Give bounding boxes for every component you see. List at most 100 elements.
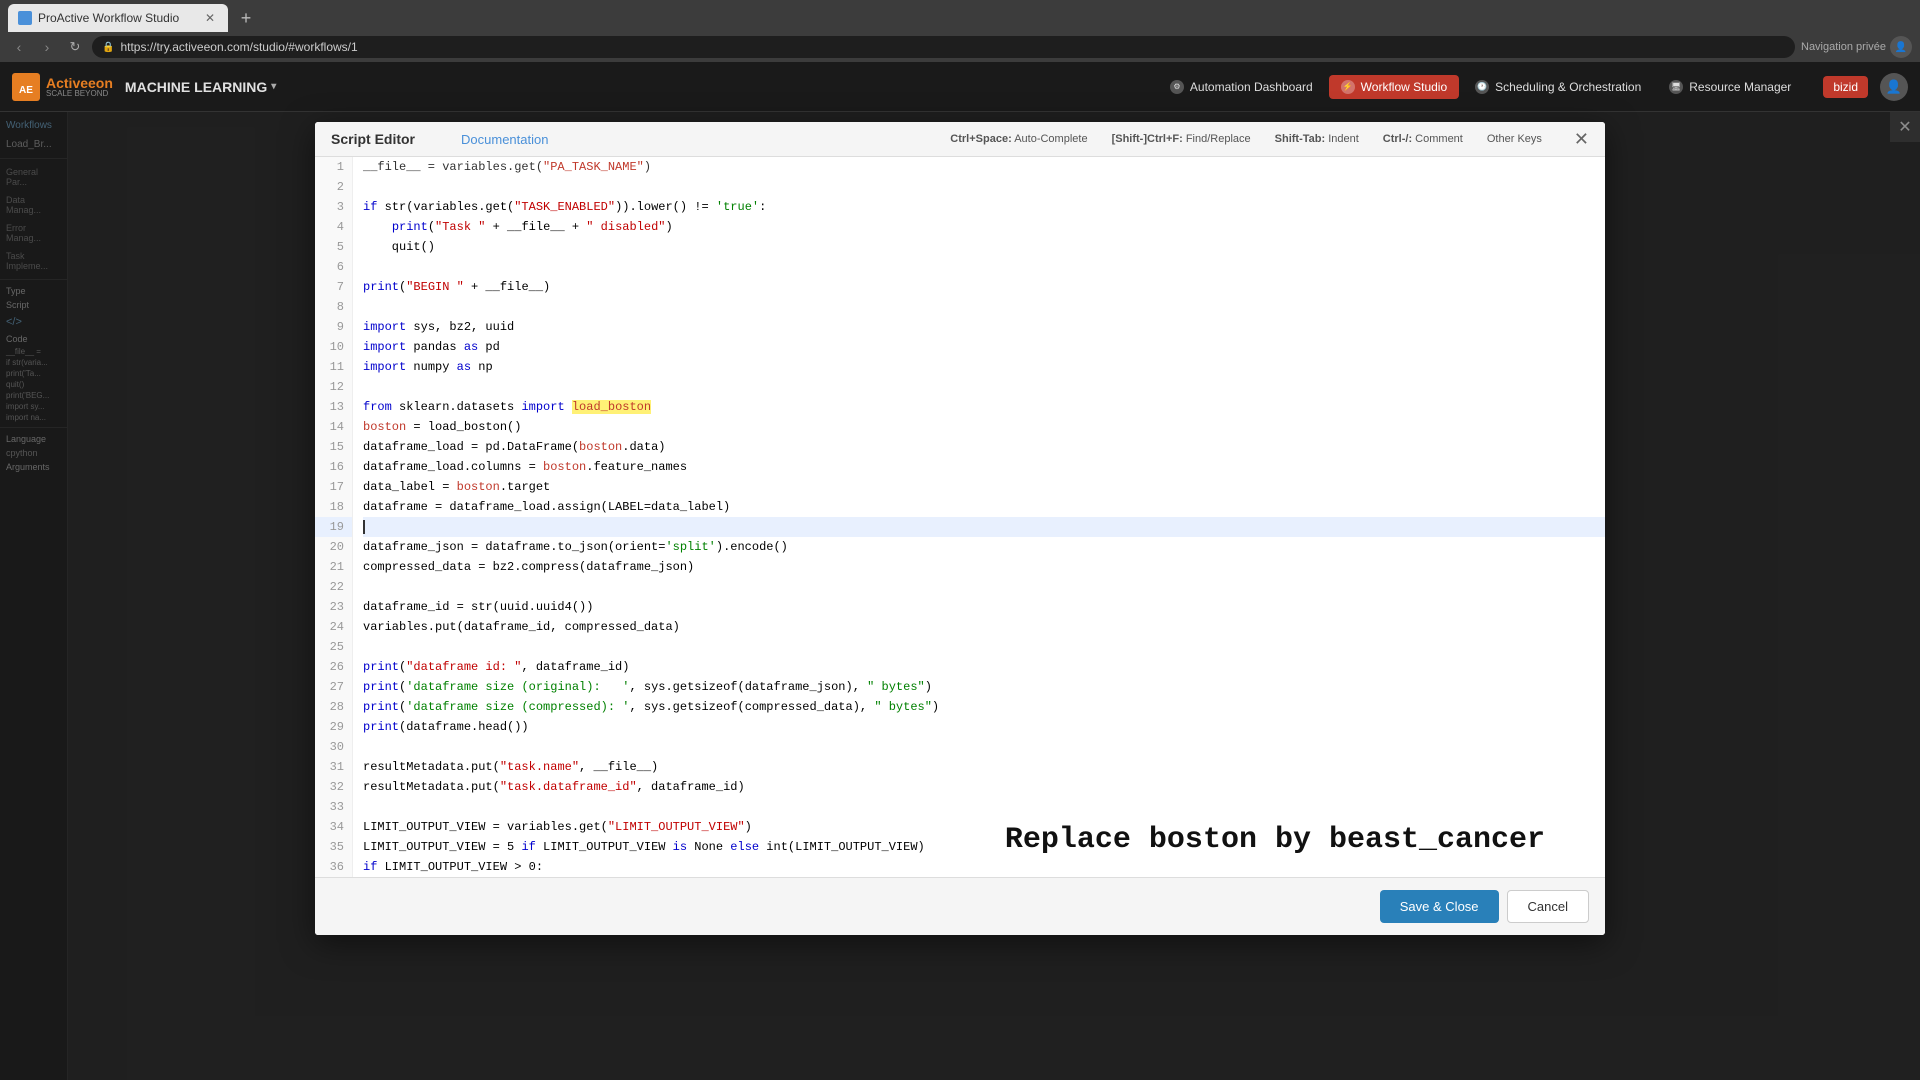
- line-numbers: 1 2 3 4 5 6 7 8 9 10 11 12 13 14 15 16 1: [315, 157, 353, 877]
- line-num-36: 36: [315, 857, 352, 877]
- user-button[interactable]: bizid: [1823, 76, 1868, 98]
- automation-icon: ⚙: [1170, 80, 1184, 94]
- automation-dashboard-btn[interactable]: ⚙ Automation Dashboard: [1158, 75, 1325, 99]
- modal-overlay: Script Editor Documentation Ctrl+Space: …: [0, 112, 1920, 1080]
- browser-menu[interactable]: Navigation privée 👤: [1801, 36, 1912, 58]
- scheduling-label: Scheduling & Orchestration: [1495, 80, 1641, 94]
- line-num-8: 8: [315, 297, 352, 317]
- code-line-23: dataframe_id = str(uuid.uuid4()): [363, 597, 1605, 617]
- header-nav: ⚙ Automation Dashboard ⚡ Workflow Studio…: [1158, 75, 1803, 99]
- resource-label: Resource Manager: [1689, 80, 1791, 94]
- code-line-21: compressed_data = bz2.compress(dataframe…: [363, 557, 1605, 577]
- shortcut-find: [Shift-]Ctrl+F: Find/Replace: [1112, 133, 1251, 145]
- line-num-35: 35: [315, 837, 352, 857]
- line-num-32: 32: [315, 777, 352, 797]
- code-line-12: [363, 377, 1605, 397]
- modal-doc-link[interactable]: Documentation: [461, 132, 548, 147]
- line-num-33: 33: [315, 797, 352, 817]
- code-line-32: resultMetadata.put("task.dataframe_id", …: [363, 777, 1605, 797]
- line-num-20: 20: [315, 537, 352, 557]
- line-num-19: 19: [315, 517, 352, 537]
- line-num-17: 17: [315, 477, 352, 497]
- code-editor: 1 2 3 4 5 6 7 8 9 10 11 12 13 14 15 16 1: [315, 157, 1605, 877]
- workflow-studio-btn[interactable]: ⚡ Workflow Studio: [1329, 75, 1459, 99]
- cancel-button[interactable]: Cancel: [1507, 890, 1589, 923]
- code-line-20: dataframe_json = dataframe.to_json(orien…: [363, 537, 1605, 557]
- code-line-4: print("Task " + __file__ + " disabled"): [363, 217, 1605, 237]
- browser-chrome: ProActive Workflow Studio ✕ + ‹ › ↻ 🔒 ht…: [0, 0, 1920, 62]
- resource-manager-btn[interactable]: 🖥 Resource Manager: [1657, 75, 1803, 99]
- modal-close-button[interactable]: ✕: [1574, 130, 1589, 148]
- line-num-1: 1: [315, 157, 352, 177]
- code-line-11: import numpy as np: [363, 357, 1605, 377]
- code-line-7: print("BEGIN " + __file__): [363, 277, 1605, 297]
- line-num-12: 12: [315, 377, 352, 397]
- line-num-24: 24: [315, 617, 352, 637]
- line-num-7: 7: [315, 277, 352, 297]
- code-line-29: print(dataframe.head()): [363, 717, 1605, 737]
- activeeon-logo-icon: AE: [12, 73, 40, 101]
- line-num-30: 30: [315, 737, 352, 757]
- app-logo: AE Activeeon SCALE BEYOND: [12, 73, 113, 101]
- line-num-25: 25: [315, 637, 352, 657]
- code-line-34: LIMIT_OUTPUT_VIEW = variables.get("LIMIT…: [363, 817, 1605, 837]
- code-line-30: [363, 737, 1605, 757]
- code-line-25: [363, 637, 1605, 657]
- line-num-28: 28: [315, 697, 352, 717]
- line-num-21: 21: [315, 557, 352, 577]
- code-line-15: dataframe_load = pd.DataFrame(boston.dat…: [363, 437, 1605, 457]
- shortcut-comment: Ctrl-/: Comment: [1383, 133, 1463, 145]
- line-num-6: 6: [315, 257, 352, 277]
- workflow-icon: ⚡: [1341, 80, 1355, 94]
- code-line-3: if str(variables.get("TASK_ENABLED")).lo…: [363, 197, 1605, 217]
- line-num-22: 22: [315, 577, 352, 597]
- tab-close-icon[interactable]: ✕: [202, 10, 218, 26]
- line-num-31: 31: [315, 757, 352, 777]
- line-num-16: 16: [315, 457, 352, 477]
- lock-icon: 🔒: [102, 42, 114, 53]
- code-line-14: boston = load_boston(): [363, 417, 1605, 437]
- reload-button[interactable]: ↻: [64, 36, 86, 58]
- back-button[interactable]: ‹: [8, 36, 30, 58]
- new-tab-button[interactable]: +: [232, 4, 260, 32]
- code-line-27: print('dataframe size (original): ', sys…: [363, 677, 1605, 697]
- code-line-33: [363, 797, 1605, 817]
- line-num-3: 3: [315, 197, 352, 217]
- active-tab[interactable]: ProActive Workflow Studio ✕: [8, 4, 228, 32]
- code-line-24: variables.put(dataframe_id, compressed_d…: [363, 617, 1605, 637]
- code-line-2: [363, 177, 1605, 197]
- address-bar[interactable]: 🔒 https://try.activeeon.com/studio/#work…: [92, 36, 1795, 58]
- save-close-button[interactable]: Save & Close: [1380, 890, 1499, 923]
- code-line-36: if LIMIT_OUTPUT_VIEW > 0:: [363, 857, 1605, 877]
- line-num-27: 27: [315, 677, 352, 697]
- forward-button[interactable]: ›: [36, 36, 58, 58]
- code-line-28: print('dataframe size (compressed): ', s…: [363, 697, 1605, 717]
- shortcut-other: Other Keys: [1487, 133, 1542, 145]
- section-dropdown-icon[interactable]: ▾: [271, 81, 276, 92]
- code-line-19: [363, 517, 1605, 537]
- code-line-8: [363, 297, 1605, 317]
- scheduling-icon: 🕐: [1475, 80, 1489, 94]
- user-profile-icon: 👤: [1890, 36, 1912, 58]
- line-num-23: 23: [315, 597, 352, 617]
- modal-shortcuts: Ctrl+Space: Auto-Complete [Shift-]Ctrl+F…: [950, 133, 1542, 145]
- line-num-10: 10: [315, 337, 352, 357]
- code-line-10: import pandas as pd: [363, 337, 1605, 357]
- scheduling-btn[interactable]: 🕐 Scheduling & Orchestration: [1463, 75, 1653, 99]
- logo-sub-text: SCALE BEYOND: [46, 90, 113, 98]
- modal-title: Script Editor: [331, 131, 415, 147]
- shortcut-autocomplete: Ctrl+Space: Auto-Complete: [950, 133, 1087, 145]
- section-label: MACHINE LEARNING ▾: [125, 79, 276, 95]
- browser-toolbar: ‹ › ↻ 🔒 https://try.activeeon.com/studio…: [0, 32, 1920, 62]
- user-avatar[interactable]: 👤: [1880, 73, 1908, 101]
- line-num-18: 18: [315, 497, 352, 517]
- line-num-4: 4: [315, 217, 352, 237]
- url-text: https://try.activeeon.com/studio/#workfl…: [120, 40, 357, 54]
- nav-private-label: Navigation privée: [1801, 41, 1886, 53]
- code-line-22: [363, 577, 1605, 597]
- line-num-11: 11: [315, 357, 352, 377]
- code-line-16: dataframe_load.columns = boston.feature_…: [363, 457, 1605, 477]
- tab-title: ProActive Workflow Studio: [38, 11, 196, 25]
- tab-favicon: [18, 11, 32, 25]
- code-content[interactable]: __file__ = variables.get("PA_TASK_NAME")…: [353, 157, 1605, 877]
